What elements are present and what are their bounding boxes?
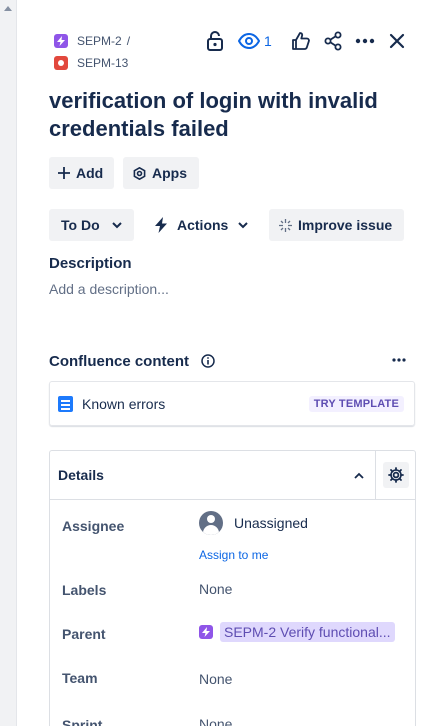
breadcrumb-parent-key[interactable]: SEPM-2 (77, 34, 122, 48)
assignee-value: Unassigned (234, 515, 308, 531)
bug-icon (54, 56, 68, 70)
sparkle-icon (279, 218, 292, 232)
status-label: To Do (61, 217, 100, 233)
watch-button[interactable]: 1 (238, 33, 272, 49)
chevron-down-icon (111, 221, 122, 229)
confluence-item[interactable]: Known errors TRY TEMPLATE (49, 381, 415, 426)
issue-detail-panel: SEPM-2 / SEPM-13 1 verification of login… (0, 0, 436, 726)
document-icon (58, 395, 73, 412)
team-value[interactable]: None (199, 671, 232, 687)
more-icon[interactable] (354, 30, 376, 52)
breadcrumb: SEPM-2 / SEPM-13 (54, 30, 130, 74)
description-heading: Description (49, 255, 132, 272)
parent-value: SEPM-2 Verify functional... (220, 622, 395, 642)
parent-field[interactable]: SEPM-2 Verify functional... (199, 622, 395, 642)
try-template-button[interactable]: TRY TEMPLATE (308, 395, 404, 412)
sprint-value[interactable]: None (199, 716, 232, 726)
actions-dropdown[interactable]: Actions (145, 209, 258, 241)
share-icon[interactable] (322, 30, 344, 52)
parent-label: Parent (62, 626, 106, 642)
add-button[interactable]: Add (49, 157, 115, 189)
confluence-heading: Confluence content (49, 353, 190, 370)
labels-label: Labels (62, 582, 107, 598)
apps-icon (133, 166, 146, 180)
gear-icon[interactable] (382, 462, 409, 488)
epic-icon (54, 34, 68, 48)
issue-toolbar: 1 (204, 30, 408, 52)
assignee-field[interactable]: Unassigned (199, 511, 308, 535)
eye-icon (238, 33, 260, 49)
breadcrumb-current[interactable]: SEPM-13 (54, 52, 130, 74)
labels-value[interactable]: None (199, 581, 232, 597)
assign-to-me-link[interactable]: Assign to me (199, 548, 268, 562)
epic-icon (199, 625, 213, 639)
sprint-label: Sprint (62, 717, 103, 726)
close-icon[interactable] (386, 30, 408, 52)
team-label: Team (62, 670, 98, 686)
apps-button[interactable]: Apps (123, 157, 199, 189)
thumbs-up-icon[interactable] (290, 30, 312, 52)
details-panel: Details Assignee Unassigned Assign to me… (49, 450, 416, 726)
scrollbar[interactable] (0, 0, 17, 726)
status-dropdown[interactable]: To Do (49, 209, 134, 241)
breadcrumb-current-key[interactable]: SEPM-13 (77, 56, 128, 70)
lock-icon[interactable] (204, 30, 226, 52)
chevron-up-icon[interactable] (343, 451, 375, 500)
description-placeholder[interactable]: Add a description... (49, 281, 169, 297)
breadcrumb-parent[interactable]: SEPM-2 / (54, 30, 130, 52)
details-header[interactable]: Details (50, 450, 415, 500)
avatar (199, 511, 223, 535)
details-heading: Details (58, 467, 104, 483)
chevron-down-icon (238, 221, 249, 229)
breadcrumb-separator: / (126, 34, 131, 48)
add-button-label: Add (76, 165, 104, 181)
apps-button-label: Apps (152, 165, 187, 181)
confluence-item-name: Known errors (82, 395, 166, 412)
actions-label: Actions (177, 217, 229, 233)
improve-issue-button[interactable]: Improve issue (269, 209, 405, 241)
info-icon[interactable] (201, 354, 215, 368)
issue-title[interactable]: verification of login with invalid crede… (49, 87, 419, 143)
improve-issue-label: Improve issue (298, 217, 393, 233)
lightning-icon (155, 217, 167, 233)
plus-icon (58, 167, 70, 179)
details-settings (375, 450, 415, 500)
assignee-label: Assignee (62, 518, 125, 534)
scroll-up-arrow-icon[interactable] (4, 6, 12, 11)
parent-chip[interactable]: SEPM-2 Verify functional... (199, 622, 395, 642)
confluence-more-icon[interactable] (392, 358, 406, 362)
watch-count: 1 (264, 33, 272, 49)
